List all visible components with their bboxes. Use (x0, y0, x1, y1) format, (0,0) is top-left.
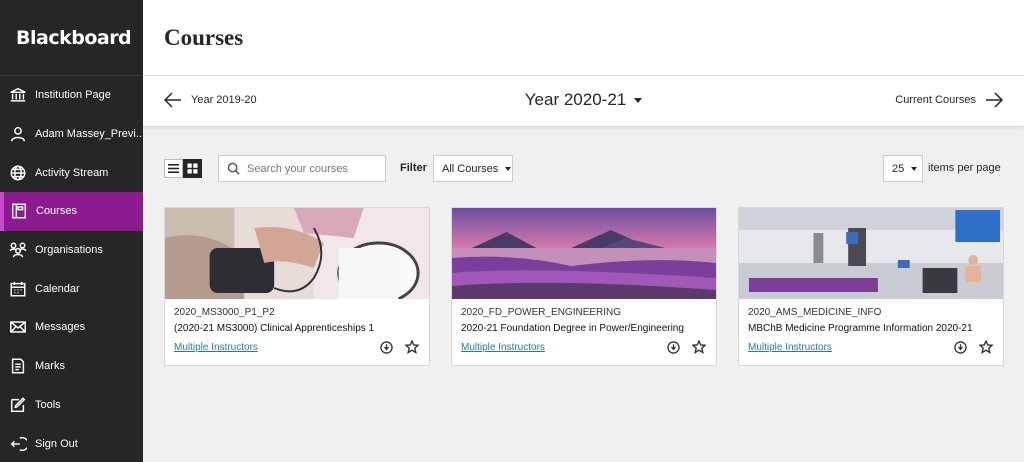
current-term-label: Year 2020-21 (524, 90, 627, 109)
search-icon (227, 162, 240, 175)
info-icon[interactable] (667, 341, 680, 354)
sidebar-item-label: Sign Out (35, 437, 78, 450)
calendar-icon (8, 279, 28, 299)
current-courses-button[interactable]: Current Courses (895, 90, 1004, 110)
sidebar-item-label: Institution Page (35, 89, 111, 102)
info-icon[interactable] (380, 341, 393, 354)
page-title: Courses (164, 24, 244, 50)
favorite-star-icon[interactable] (404, 339, 420, 354)
search-input[interactable] (247, 162, 377, 175)
favorite-star-icon[interactable] (691, 339, 707, 354)
sidebar-item-marks[interactable]: Marks (0, 347, 143, 386)
caret-down-icon (505, 166, 512, 171)
sidebar-item-messages[interactable]: Messages (0, 308, 143, 347)
courses-icon (9, 201, 29, 221)
sign-out-icon (8, 434, 28, 454)
items-per-page-label: items per page (928, 162, 1001, 174)
sidebar-item-institution-page[interactable]: Institution Page (0, 76, 143, 115)
sidebar: Blackboard Institution Page Adam Massey_… (0, 0, 143, 462)
grid-view-button[interactable] (183, 159, 202, 178)
sidebar-item-label: Messages (35, 321, 86, 334)
caret-down-icon (911, 166, 918, 171)
sidebar-item-courses[interactable]: Courses (0, 192, 143, 231)
page-header: Courses (143, 0, 1024, 76)
course-image (165, 208, 429, 299)
course-id: 2020_MS3000_P1_P2 (174, 307, 275, 318)
course-title[interactable]: (2020-21 MS3000) Clinical Apprenticeship… (174, 323, 374, 334)
list-view-button[interactable] (164, 159, 183, 178)
course-card[interactable]: 2020_MS3000_P1_P2 (2020-21 MS3000) Clini… (164, 207, 430, 366)
sidebar-item-label: Activity Stream (35, 166, 109, 179)
course-id: 2020_FD_POWER_ENGINEERING (461, 307, 622, 318)
items-per-page-value: 25 (892, 162, 905, 175)
caret-down-icon (634, 98, 643, 104)
course-id: 2020_AMS_MEDICINE_INFO (748, 307, 882, 318)
sidebar-item-label: Adam Massey_Previ... (35, 128, 143, 141)
grid-icon (187, 163, 198, 174)
course-toolbar: Filter All Courses 25 items per page (164, 155, 1004, 182)
next-term-label: Current Courses (895, 94, 976, 106)
sidebar-nav: Institution Page Adam Massey_Previ... Ac… (0, 76, 143, 462)
user-icon (8, 124, 28, 144)
course-image (739, 208, 1003, 299)
institution-icon (8, 85, 28, 105)
filter-label: Filter (400, 162, 427, 174)
filter-value: All Courses (442, 162, 499, 175)
blackboard-logo[interactable]: Blackboard (0, 0, 143, 75)
course-card[interactable]: 2020_FD_POWER_ENGINEERING 2020-21 Founda… (451, 207, 717, 366)
sidebar-item-label: Organisations (35, 244, 103, 257)
instructors-link[interactable]: Multiple Instructors (748, 342, 832, 353)
filter-select[interactable]: All Courses (433, 155, 513, 182)
instructors-link[interactable]: Multiple Instructors (174, 342, 258, 353)
sidebar-item-label: Courses (36, 205, 77, 218)
course-search (218, 155, 386, 182)
sidebar-item-label: Calendar (35, 282, 80, 295)
sidebar-item-sign-out[interactable]: Sign Out (0, 424, 143, 462)
info-icon[interactable] (954, 341, 967, 354)
term-navigation: Year 2019-20 Year 2020-21 Current Course… (143, 76, 1024, 127)
main-content: Courses Year 2019-20 Year 2020-21 Curren… (143, 0, 1024, 462)
globe-icon (8, 163, 28, 183)
course-title[interactable]: MBChB Medicine Programme Information 202… (748, 323, 973, 334)
list-icon (168, 164, 179, 173)
sidebar-item-profile[interactable]: Adam Massey_Previ... (0, 115, 143, 154)
tools-icon (8, 395, 28, 415)
items-per-page-select[interactable]: 25 (883, 155, 923, 182)
term-selector[interactable]: Year 2020-21 (143, 90, 1024, 110)
sidebar-item-calendar[interactable]: Calendar (0, 269, 143, 308)
favorite-star-icon[interactable] (978, 339, 994, 354)
course-image (452, 208, 716, 299)
instructors-link[interactable]: Multiple Instructors (461, 342, 545, 353)
sidebar-item-organisations[interactable]: Organisations (0, 231, 143, 270)
organisations-icon (8, 240, 28, 260)
course-title[interactable]: 2020-21 Foundation Degree in Power/Engin… (461, 323, 684, 334)
sidebar-item-tools[interactable]: Tools (0, 386, 143, 425)
sidebar-item-activity-stream[interactable]: Activity Stream (0, 153, 143, 192)
sidebar-item-label: Tools (35, 398, 61, 411)
marks-icon (8, 356, 28, 376)
arrow-right-icon (986, 92, 1004, 108)
view-toggle (164, 159, 202, 178)
course-card[interactable]: 2020_AMS_MEDICINE_INFO MBChB Medicine Pr… (738, 207, 1004, 366)
envelope-icon (8, 317, 28, 337)
sidebar-item-label: Marks (35, 360, 65, 373)
